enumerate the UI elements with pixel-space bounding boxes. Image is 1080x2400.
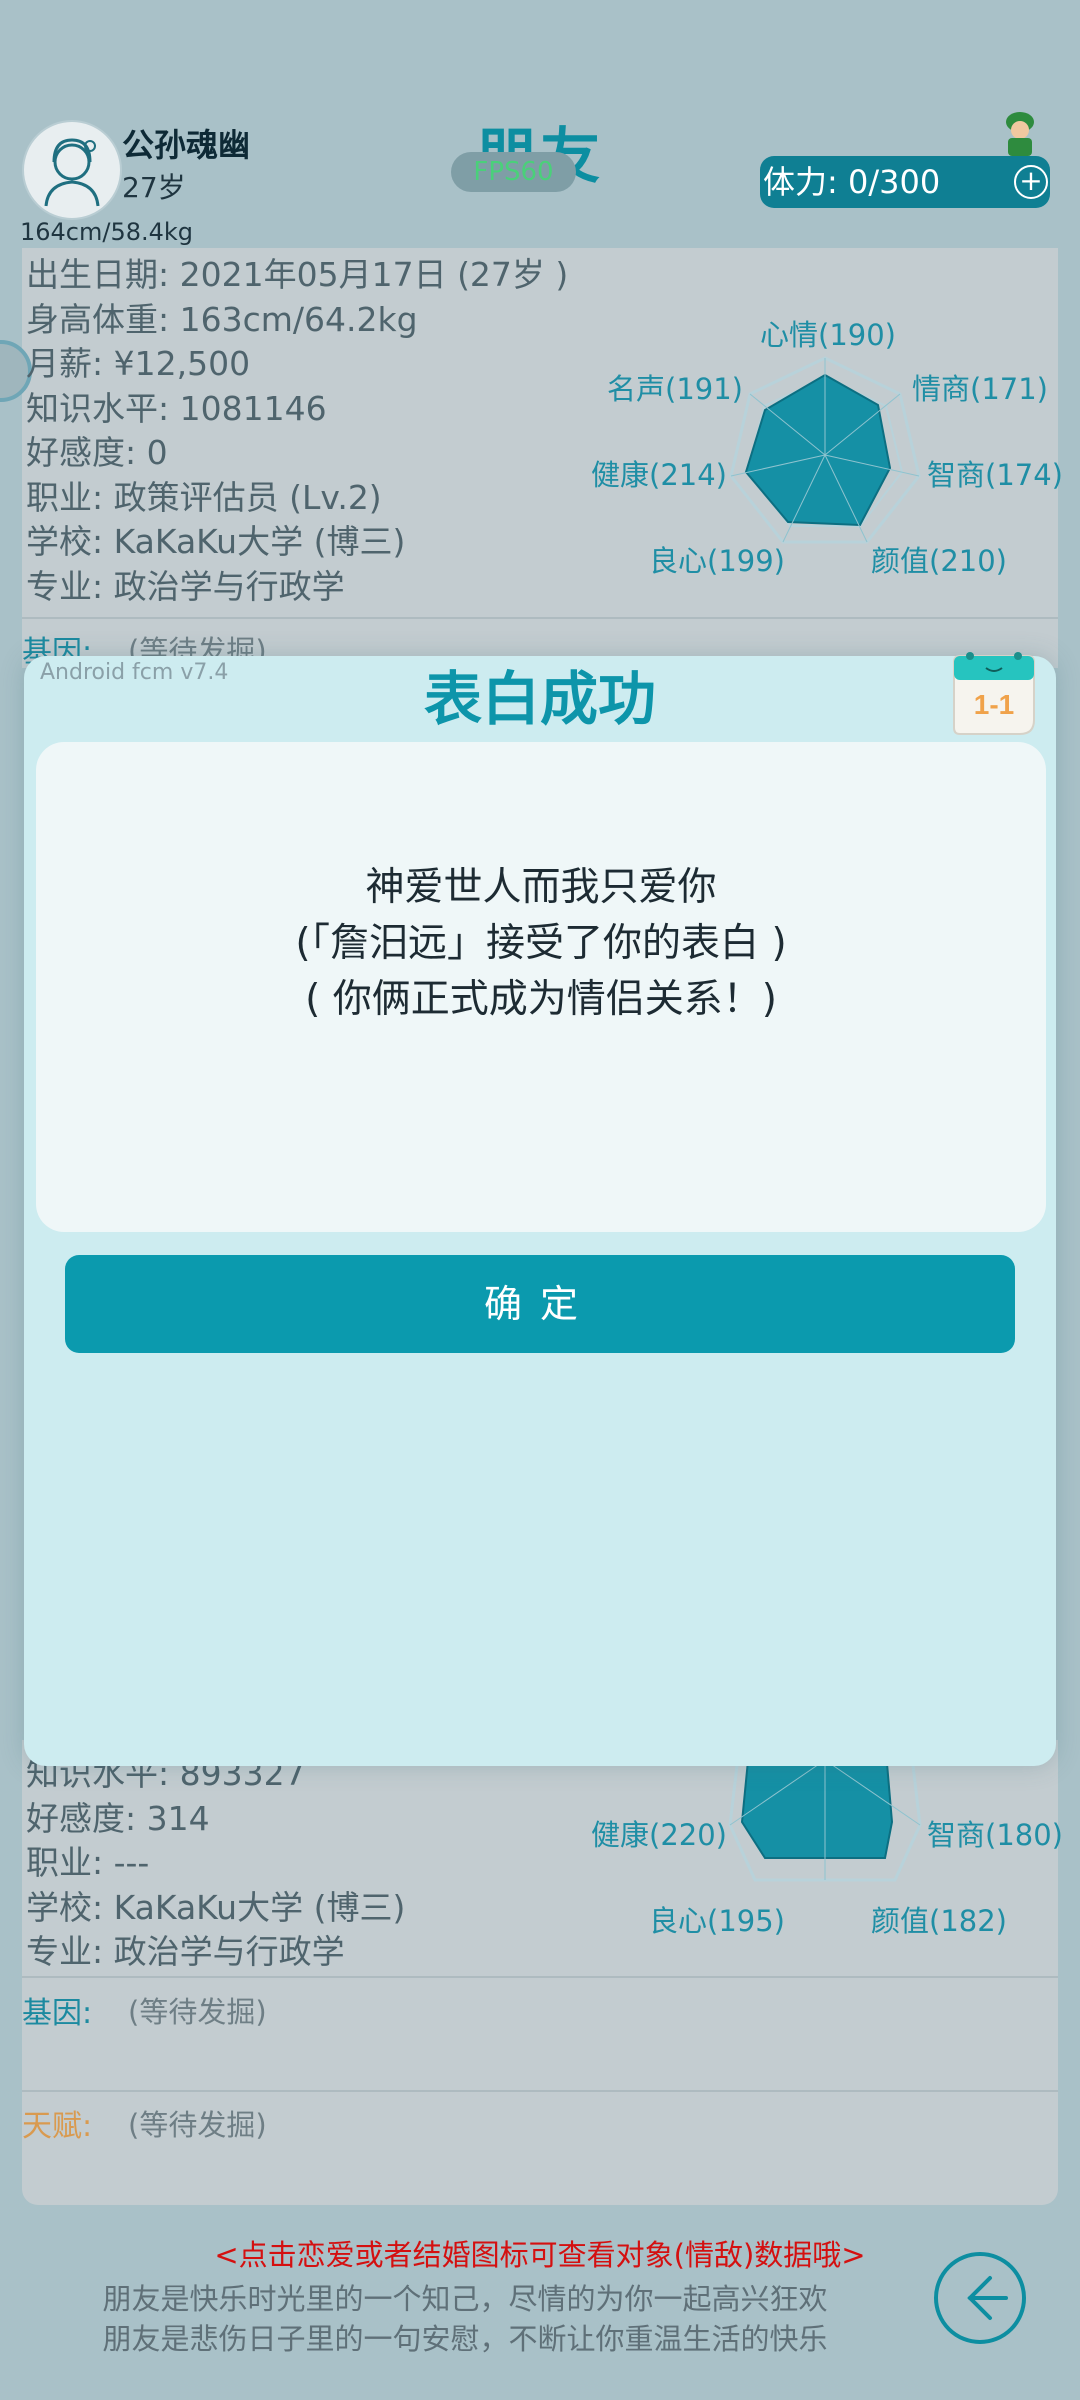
info-school: 学校: KaKaKu大学 (博三) [26, 1887, 406, 1927]
divider [22, 1976, 1058, 1978]
radar-label-mood: 心情(190) [760, 318, 896, 352]
soldier-icon [1006, 112, 1034, 156]
radar-label-eq: 情商(171) [912, 372, 1048, 406]
info-knowledge: 知识水平: 1081146 [26, 388, 327, 428]
radar-label-looks: 颜值(182) [871, 1904, 1007, 1938]
fps-badge: FPS60 [451, 152, 576, 192]
radar-label-conscience: 良心(199) [649, 544, 785, 578]
calendar-icon: 1-1 [953, 652, 1035, 735]
stamina-bar: 体力: 0/300 [760, 156, 1050, 208]
divider [22, 2090, 1058, 2092]
radar-label-looks: 颜值(210) [871, 544, 1007, 578]
talent-value: (等待发掘) [128, 2108, 267, 2142]
message-line-2: (「詹汨远」接受了你的表白 ) [295, 921, 787, 966]
dialog-title: 表白成功 [423, 665, 656, 733]
info-job: 职业: --- [26, 1843, 150, 1882]
footer-line-1: 朋友是快乐时光里的一个知己，尽情的为你一起高兴狂欢 [102, 2282, 828, 2316]
info-height-weight: 身高体重: 163cm/64.2kg [26, 299, 418, 339]
message-line-1: 神爱世人而我只爱你 [365, 865, 717, 910]
calendar-text: 1-1 [974, 689, 1014, 720]
radar-label-fame: 名声(191) [607, 372, 743, 406]
info-salary: 月薪: ¥12,500 [26, 344, 251, 383]
friend-info-list-2: 知识水平: 893327 好感度: 314 职业: --- 学校: KaKaKu… [26, 1752, 405, 1975]
talent-label: 天赋: [22, 2109, 93, 2144]
friend-info-list-1: 出生日期: 2021年05月17日 (27岁 ) 身高体重: 163cm/64.… [26, 253, 568, 609]
info-birthday: 出生日期: 2021年05月17日 (27岁 ) [26, 255, 569, 294]
gene-value: (等待发掘) [128, 1995, 267, 2029]
info-major: 专业: 政治学与行政学 [26, 1932, 345, 1971]
attribute-radar-chart [729, 356, 921, 544]
info-school: 学校: KaKaKu大学 (博三) [26, 522, 406, 561]
info-affection: 好感度: 314 [26, 1798, 210, 1838]
gene-label: 基因: [22, 1996, 93, 2031]
radar-label-health: 健康(220) [591, 1818, 727, 1852]
radar-label-conscience: 良心(195) [649, 1904, 785, 1938]
dialog-message: 神爱世人而我只爱你 (「詹汨远」接受了你的表白 ) ( 你俩正式成为情侣关系！) [36, 860, 1046, 1028]
info-major: 专业: 政治学与行政学 [26, 566, 345, 606]
info-job: 职业: 政策评估员 (Lv.2) [26, 477, 382, 517]
radar-label-iq: 智商(180) [927, 1818, 1063, 1852]
hint-text: <点击恋爱或者结婚图标可查看对象(情敌)数据哦> [214, 2238, 866, 2272]
radar-label-iq: 智商(174) [927, 458, 1063, 492]
divider [22, 617, 1058, 619]
message-line-3: ( 你俩正式成为情侣关系！) [305, 977, 777, 1022]
info-affection: 好感度: 0 [26, 433, 168, 472]
player-height-weight: 164cm/58.4kg [20, 218, 194, 246]
plus-icon[interactable]: + [1014, 165, 1048, 199]
back-arrow-icon[interactable] [932, 2250, 1028, 2346]
confirm-button[interactable]: 确定 [65, 1255, 1015, 1353]
footer-line-2: 朋友是悲伤日子里的一句安慰，不断让你重温生活的快乐 [102, 2322, 828, 2356]
radar-label-health: 健康(214) [591, 458, 727, 492]
